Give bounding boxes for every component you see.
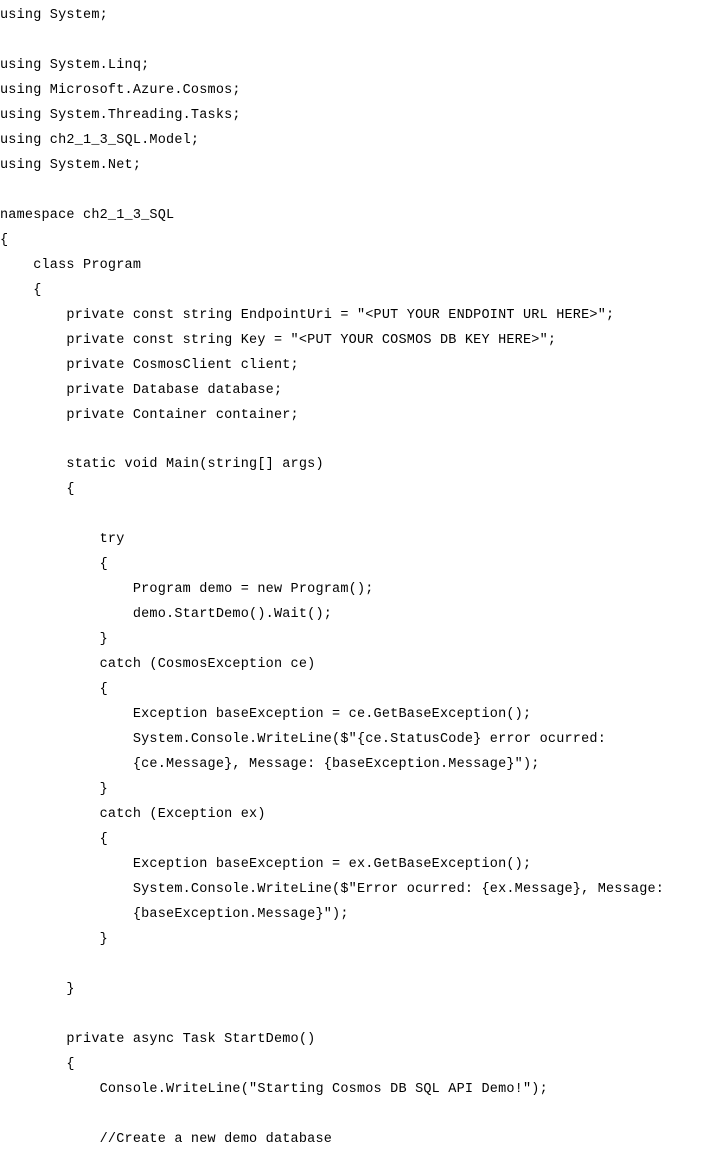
code-line: } [0, 778, 708, 803]
code-line [0, 428, 708, 453]
code-block: using System; using System.Linq;using Mi… [0, 4, 708, 1153]
code-line: } [0, 628, 708, 653]
code-line: Exception baseException = ex.GetBaseExce… [0, 853, 708, 878]
code-line: { [0, 828, 708, 853]
code-line [0, 503, 708, 528]
code-line: { [0, 553, 708, 578]
code-line: using System.Net; [0, 154, 708, 179]
code-line: catch (Exception ex) [0, 803, 708, 828]
code-line: private CosmosClient client; [0, 354, 708, 379]
code-line: catch (CosmosException ce) [0, 653, 708, 678]
code-line: {ce.Message}, Message: {baseException.Me… [0, 753, 708, 778]
code-line: private Container container; [0, 404, 708, 429]
code-line: } [0, 978, 708, 1003]
code-line: namespace ch2_1_3_SQL [0, 204, 708, 229]
code-line: using System.Threading.Tasks; [0, 104, 708, 129]
code-line: //Create a new demo database [0, 1128, 708, 1153]
code-line: System.Console.WriteLine($"{ce.StatusCod… [0, 728, 708, 753]
code-line: Exception baseException = ce.GetBaseExce… [0, 703, 708, 728]
code-line: private Database database; [0, 379, 708, 404]
code-line: class Program [0, 254, 708, 279]
code-line: {baseException.Message}"); [0, 903, 708, 928]
code-line: using System.Linq; [0, 54, 708, 79]
code-line: static void Main(string[] args) [0, 453, 708, 478]
code-line: Console.WriteLine("Starting Cosmos DB SQ… [0, 1078, 708, 1103]
code-line: private const string EndpointUri = "<PUT… [0, 304, 708, 329]
code-line: { [0, 1053, 708, 1078]
code-line [0, 1003, 708, 1028]
code-line [0, 953, 708, 978]
code-line [0, 29, 708, 54]
code-line [0, 1103, 708, 1128]
code-line: using Microsoft.Azure.Cosmos; [0, 79, 708, 104]
code-line: { [0, 279, 708, 304]
code-line [0, 179, 708, 204]
code-line: try [0, 528, 708, 553]
code-line: Program demo = new Program(); [0, 578, 708, 603]
code-line: using System; [0, 4, 708, 29]
code-line: } [0, 928, 708, 953]
code-line: private async Task StartDemo() [0, 1028, 708, 1053]
code-line: { [0, 678, 708, 703]
code-line: using ch2_1_3_SQL.Model; [0, 129, 708, 154]
code-line: System.Console.WriteLine($"Error ocurred… [0, 878, 708, 903]
code-line: private const string Key = "<PUT YOUR CO… [0, 329, 708, 354]
code-line: demo.StartDemo().Wait(); [0, 603, 708, 628]
code-line: { [0, 478, 708, 503]
code-line: { [0, 229, 708, 254]
